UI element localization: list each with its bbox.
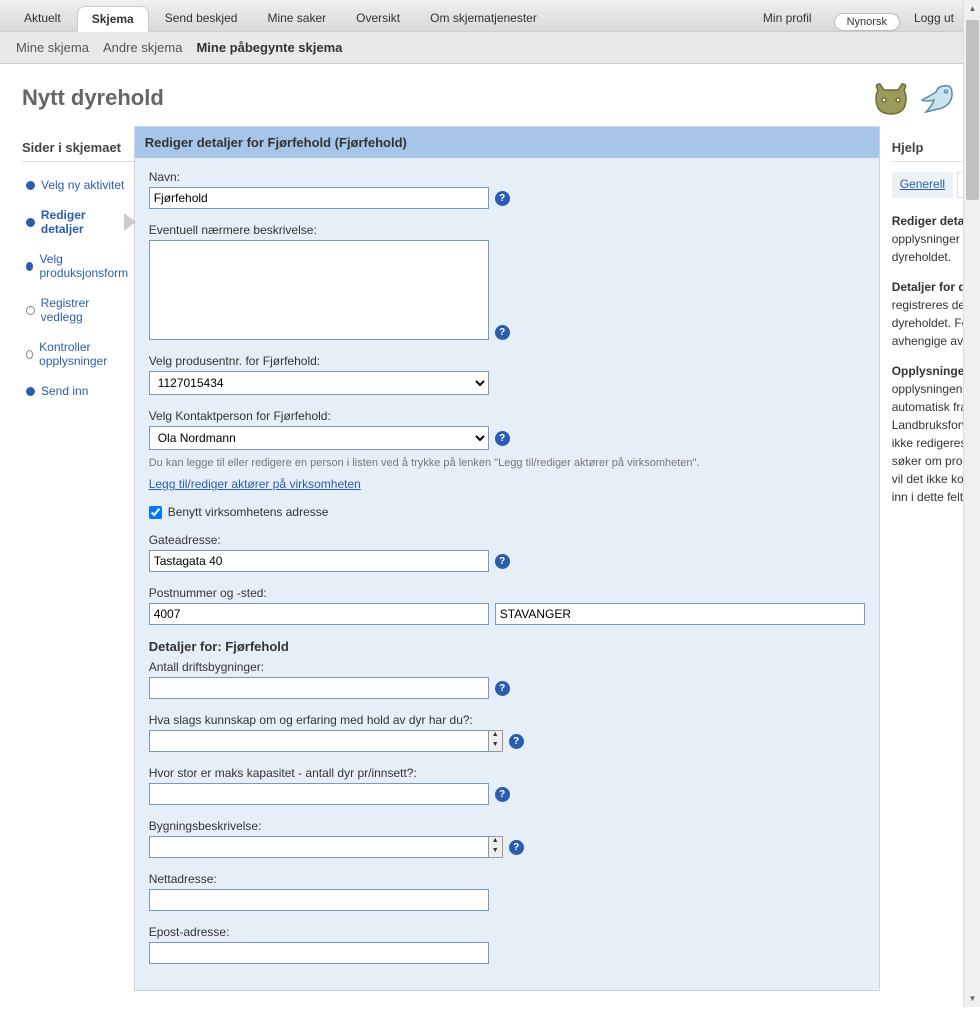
select-produsentnr[interactable]: 1127015434: [149, 371, 489, 395]
check-icon: [26, 181, 35, 190]
sidebar-item-velg-aktivitet[interactable]: Velg ny aktivitet: [22, 170, 134, 200]
input-epost[interactable]: [149, 942, 489, 964]
form-main: Rediger detaljer for Fjørfehold (Fjørfeh…: [134, 126, 880, 991]
label-beskrivelse: Eventuell nærmere beskrivelse:: [149, 223, 865, 237]
bullet-icon: [26, 387, 35, 396]
form-header: Rediger detaljer for Fjørfehold (Fjørfeh…: [135, 127, 879, 158]
animal-icons: [870, 78, 958, 118]
wizard-sidebar: Sider i skjemaet Velg ny aktivitet Redig…: [22, 126, 134, 991]
scroll-down-icon[interactable]: ▼: [964, 990, 980, 1007]
scroll-up-icon[interactable]: ▲: [964, 0, 980, 17]
sidebar-item-velg-produksjonsform[interactable]: Velg produksjonsform: [22, 244, 134, 288]
sidebar-item-kontroller[interactable]: Kontroller opplysninger: [22, 332, 134, 376]
label-postnr: Postnummer og -sted:: [149, 586, 865, 600]
tab-oversikt[interactable]: Oversikt: [342, 6, 414, 31]
help-icon[interactable]: ?: [495, 325, 510, 340]
input-beskrivelse[interactable]: [149, 240, 489, 340]
language-toggle[interactable]: Nynorsk: [834, 13, 900, 31]
input-postnr: [149, 603, 489, 625]
spinner[interactable]: ▲▼: [489, 836, 503, 858]
input-nett[interactable]: [149, 889, 489, 911]
section-detaljer: Detaljer for: Fjørfehold: [149, 639, 865, 654]
input-navn[interactable]: [149, 187, 489, 209]
spinner[interactable]: ▲▼: [489, 730, 503, 752]
sidebar-item-rediger-detaljer[interactable]: Rediger detaljer: [22, 200, 134, 244]
sidebar-item-send-inn[interactable]: Send inn: [22, 376, 134, 406]
help-icon[interactable]: ?: [495, 681, 510, 696]
label-navn: Navn:: [149, 170, 865, 184]
sidebar-title: Sider i skjemaet: [22, 134, 134, 162]
input-kapasitet[interactable]: [149, 783, 489, 805]
input-gate: [149, 550, 489, 572]
tab-skjema[interactable]: Skjema: [77, 6, 149, 32]
sub-nav: Mine skjema Andre skjema Mine påbegynte …: [0, 32, 980, 64]
sidebar-item-registrer-vedlegg[interactable]: Registrer vedlegg: [22, 288, 134, 332]
cow-icon: [870, 78, 912, 118]
bullet-icon: [26, 350, 33, 359]
label-gate: Gateadresse:: [149, 533, 865, 547]
input-poststed: [495, 603, 865, 625]
help-icon[interactable]: ?: [495, 787, 510, 802]
tab-logg-ut[interactable]: Logg ut: [900, 6, 968, 31]
checkbox-benytt-adresse[interactable]: [149, 506, 162, 519]
kontakt-hint: Du kan legge til eller redigere en perso…: [149, 456, 865, 471]
bullet-icon: [26, 262, 33, 271]
select-kontakt[interactable]: Ola Nordmann: [149, 426, 489, 450]
bullet-icon: [26, 306, 35, 315]
label-bygning: Bygningsbeskrivelse:: [149, 819, 865, 833]
label-nett: Nettadresse:: [149, 872, 865, 886]
input-kunnskap[interactable]: [149, 730, 489, 752]
help-icon[interactable]: ?: [495, 554, 510, 569]
tab-om-skjematjenester[interactable]: Om skjematjenester: [416, 6, 551, 31]
help-icon[interactable]: ?: [495, 191, 510, 206]
tab-send-beskjed[interactable]: Send beskjed: [151, 6, 252, 31]
help-icon[interactable]: ?: [509, 840, 524, 855]
help-icon[interactable]: ?: [495, 431, 510, 446]
scrollbar[interactable]: ▲ ▼: [963, 0, 980, 1007]
help-icon[interactable]: ?: [509, 734, 524, 749]
label-antall: Antall driftsbygninger:: [149, 660, 865, 674]
bullet-icon: [26, 218, 35, 227]
label-epost: Epost-adresse:: [149, 925, 865, 939]
tab-min-profil[interactable]: Min profil: [749, 6, 826, 31]
scroll-thumb[interactable]: [966, 20, 979, 200]
tab-aktuelt[interactable]: Aktuelt: [10, 6, 75, 31]
label-kapasitet: Hvor stor er maks kapasitet - antall dyr…: [149, 766, 865, 780]
subnav-mine-pabegynte[interactable]: Mine påbegynte skjema: [196, 40, 342, 55]
subnav-mine-skjema[interactable]: Mine skjema: [16, 40, 89, 55]
link-aktorer[interactable]: Legg til/rediger aktører på virksomheten: [149, 477, 361, 491]
page-title: Nytt dyrehold: [22, 85, 164, 111]
input-antall[interactable]: [149, 677, 489, 699]
label-kunnskap: Hva slags kunnskap om og erfaring med ho…: [149, 713, 865, 727]
subnav-andre-skjema[interactable]: Andre skjema: [103, 40, 182, 55]
top-nav: Aktuelt Skjema Send beskjed Mine saker O…: [0, 0, 980, 32]
input-bygning[interactable]: [149, 836, 489, 858]
label-kontakt: Velg Kontaktperson for Fjørfehold:: [149, 409, 865, 423]
label-produsentnr: Velg produsentnr. for Fjørfehold:: [149, 354, 865, 368]
bird-icon: [916, 78, 958, 118]
label-benytt: Benytt virksomhetens adresse: [168, 505, 329, 519]
tab-mine-saker[interactable]: Mine saker: [253, 6, 340, 31]
help-tab-generell[interactable]: Generell: [892, 172, 953, 198]
